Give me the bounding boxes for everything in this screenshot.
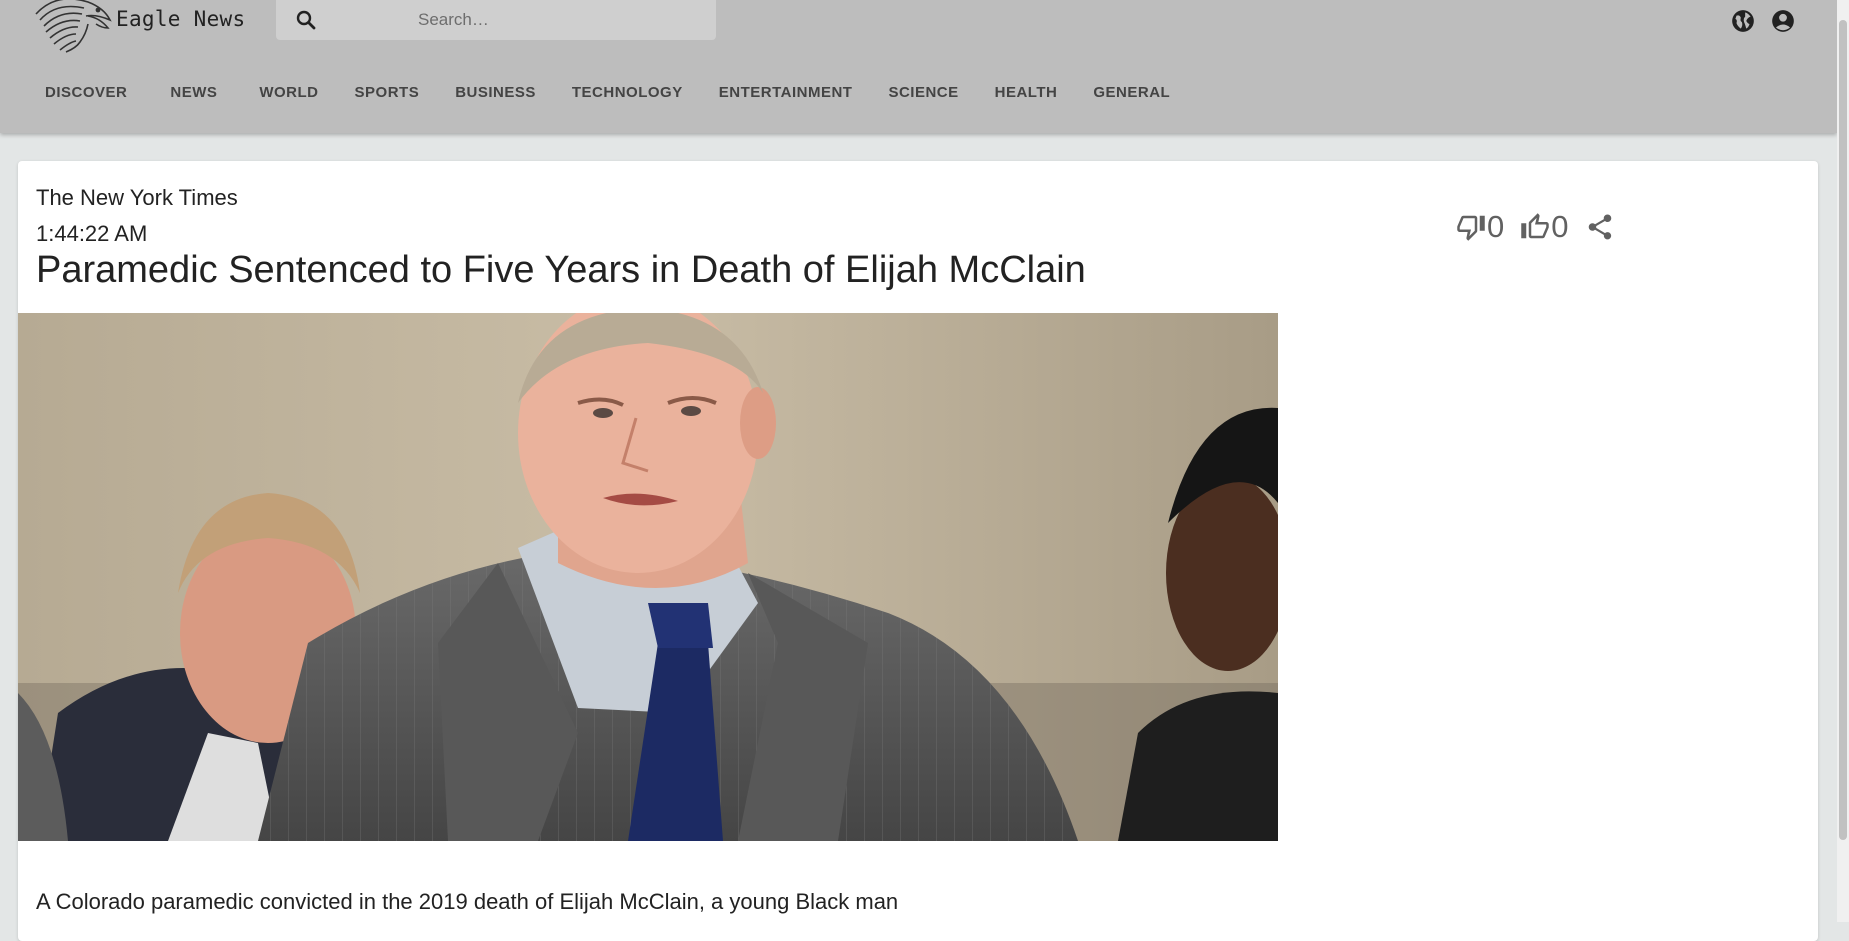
- thumb-down-icon: [1457, 215, 1485, 241]
- article-card: The New York Times 1:44:22 AM Paramedic …: [18, 161, 1818, 941]
- scrollbar-thumb[interactable]: [1839, 20, 1847, 840]
- nav-item-sports[interactable]: SPORTS: [337, 76, 438, 109]
- nav-item-health[interactable]: HEALTH: [977, 76, 1076, 109]
- like-count: 0: [1551, 209, 1569, 244]
- nav-item-business[interactable]: BUSINESS: [437, 76, 554, 109]
- category-nav: DISCOVER NEWS WORLD SPORTS BUSINESS TECH…: [27, 72, 1188, 112]
- like-button[interactable]: 0: [1520, 209, 1569, 245]
- app-bar: Eagle News DISCOVER NEWS WORLD SPORTS BU…: [0, 0, 1837, 133]
- brand-title[interactable]: Eagle News: [116, 7, 245, 31]
- article-summary[interactable]: A Colorado paramedic convicted in the 20…: [36, 889, 898, 915]
- article-actions: 0 0: [1456, 209, 1631, 245]
- nav-item-general[interactable]: GENERAL: [1075, 76, 1188, 109]
- search-input[interactable]: [416, 0, 710, 40]
- nav-item-world[interactable]: WORLD: [241, 76, 336, 109]
- share-icon: [1588, 214, 1611, 240]
- nav-item-entertainment[interactable]: ENTERTAINMENT: [701, 76, 871, 109]
- article-source[interactable]: The New York Times: [36, 185, 238, 211]
- dislike-count: 0: [1487, 209, 1505, 244]
- nav-item-technology[interactable]: TECHNOLOGY: [554, 76, 701, 109]
- nav-item-discover[interactable]: DISCOVER: [27, 76, 145, 109]
- page-scrollbar[interactable]: [1837, 0, 1849, 922]
- article-image[interactable]: [18, 313, 1278, 841]
- nav-item-science[interactable]: SCIENCE: [870, 76, 976, 109]
- eagle-logo-icon[interactable]: [26, 0, 116, 56]
- dislike-button[interactable]: 0: [1456, 209, 1504, 245]
- search-bar: [276, 0, 716, 40]
- share-button[interactable]: [1585, 212, 1615, 242]
- nav-item-news[interactable]: NEWS: [152, 76, 235, 109]
- search-icon[interactable]: [294, 8, 318, 32]
- account-circle-icon[interactable]: [1770, 8, 1796, 34]
- globe-icon[interactable]: [1730, 8, 1756, 34]
- article-time: 1:44:22 AM: [36, 221, 148, 246]
- article-headline[interactable]: Paramedic Sentenced to Five Years in Dea…: [36, 249, 1086, 292]
- thumb-up-icon: [1521, 213, 1549, 239]
